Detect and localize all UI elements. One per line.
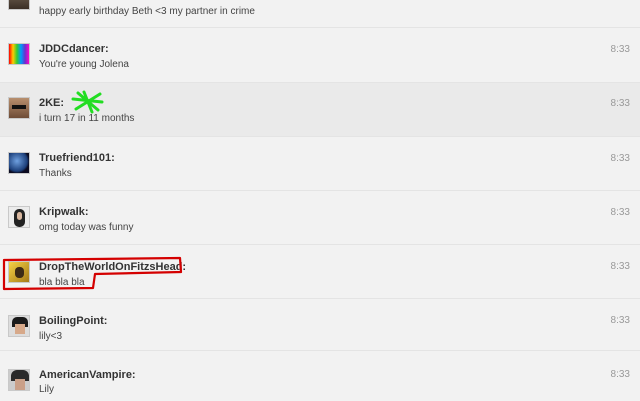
chat-message: JDDCdancer: You're young Jolena 8:33 xyxy=(0,28,640,83)
chat-message: BoilingPoint: lily<3 8:33 xyxy=(0,299,640,351)
chat-message: Truefriend101: Thanks 8:33 xyxy=(0,137,640,191)
timestamp: 8:33 xyxy=(610,98,630,109)
message-text: lily<3 xyxy=(39,331,63,342)
message-text: Lily xyxy=(39,384,55,395)
timestamp: 8:33 xyxy=(610,44,630,55)
message-text: Thanks xyxy=(39,168,72,179)
avatar[interactable] xyxy=(8,206,30,228)
timestamp: 8:33 xyxy=(610,207,630,218)
timestamp: 8:33 xyxy=(610,315,630,326)
avatar[interactable] xyxy=(8,0,30,10)
username[interactable]: Truefriend101: xyxy=(39,152,115,164)
avatar[interactable] xyxy=(8,369,30,391)
chat-message: happy early birthday Beth <3 my partner … xyxy=(0,0,640,28)
username[interactable]: Kripwalk: xyxy=(39,206,89,218)
chat-message: Kripwalk: omg today was funny 8:33 xyxy=(0,191,640,245)
avatar[interactable] xyxy=(8,43,30,65)
avatar[interactable] xyxy=(8,97,30,119)
timestamp: 8:33 xyxy=(610,153,630,164)
avatar[interactable] xyxy=(8,315,30,337)
message-text: happy early birthday Beth <3 my partner … xyxy=(39,6,255,17)
chat-feed: happy early birthday Beth <3 my partner … xyxy=(0,0,640,401)
username[interactable]: AmericanVampire: xyxy=(39,369,136,381)
message-text: omg today was funny xyxy=(39,222,134,233)
green-scribble-annotation xyxy=(71,90,104,114)
timestamp: 8:33 xyxy=(610,261,630,272)
message-text: You're young Jolena xyxy=(39,59,129,70)
username[interactable]: 2KE: xyxy=(39,97,64,109)
avatar[interactable] xyxy=(8,152,30,174)
timestamp: 8:33 xyxy=(610,369,630,380)
username[interactable]: JDDCdancer: xyxy=(39,43,109,55)
message-text: i turn 17 in 11 months xyxy=(39,113,135,124)
red-highlight-annotation xyxy=(2,256,183,291)
chat-message: AmericanVampire: Lily 8:33 xyxy=(0,351,640,401)
username[interactable]: BoilingPoint: xyxy=(39,315,107,327)
